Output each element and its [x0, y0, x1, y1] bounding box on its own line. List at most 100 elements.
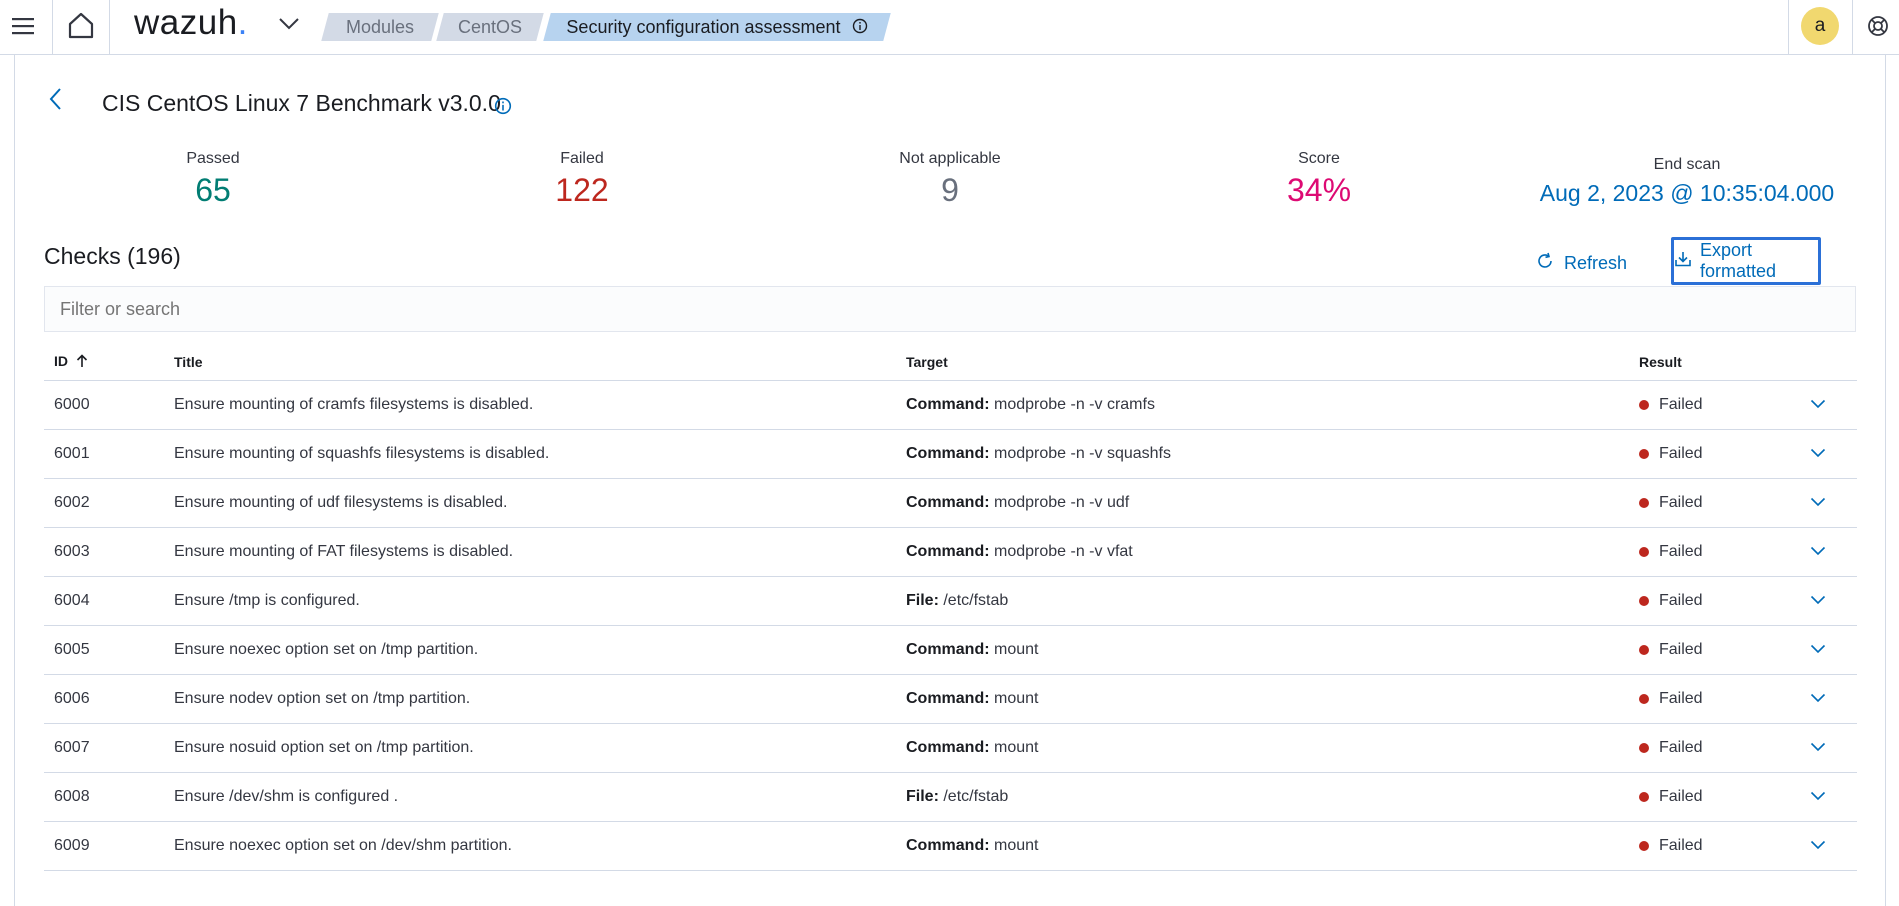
cell-target: File: /etc/fstab [896, 576, 1629, 626]
column-header-result[interactable]: Result [1629, 344, 1779, 381]
wazuh-logo[interactable]: wazuh. [134, 3, 248, 43]
cell-title: Ensure noexec option set on /dev/shm par… [164, 821, 896, 871]
refresh-label: Refresh [1564, 253, 1628, 273]
stat-value: 122 [555, 172, 609, 208]
status-dot-icon [1639, 840, 1649, 851]
search-input[interactable] [44, 286, 1856, 332]
cell-id: 6001 [44, 429, 164, 479]
breadcrumb-label: Security configuration assessment [566, 17, 841, 37]
info-icon[interactable] [852, 14, 868, 42]
cell-title: Ensure noexec option set on /tmp partiti… [164, 625, 896, 675]
cell-result: Failed [1629, 723, 1779, 773]
policy-title: CIS CentOS Linux 7 Benchmark v3.0.0 [102, 90, 501, 116]
cell-title: Ensure /tmp is configured. [164, 576, 896, 626]
back-arrow-icon[interactable] [48, 86, 64, 117]
cell-title: Ensure nosuid option set on /tmp partiti… [164, 723, 896, 773]
pagination-area [14, 892, 1884, 906]
column-header-id[interactable]: ID [44, 344, 164, 381]
column-label: Result [1639, 354, 1682, 370]
result-label: Failed [1659, 494, 1703, 511]
result-label: Failed [1659, 739, 1703, 756]
expand-row-button[interactable] [1779, 527, 1857, 577]
expand-row-button[interactable] [1779, 674, 1857, 724]
result-label: Failed [1659, 592, 1703, 609]
expand-row-button[interactable] [1779, 625, 1857, 675]
chevron-down-icon [1810, 641, 1826, 658]
table-row[interactable]: 6007 Ensure nosuid option set on /tmp par… [44, 723, 1857, 773]
table-row[interactable]: 6006 Ensure nodev option set on /tmp part… [44, 674, 1857, 724]
target-type: Command: [906, 396, 990, 413]
table-row[interactable]: 6001 Ensure mounting of squashfs filesyst… [44, 429, 1857, 479]
breadcrumb-modules[interactable]: Modules [321, 13, 439, 41]
cell-result: Failed [1629, 625, 1779, 675]
result-label: Failed [1659, 641, 1703, 658]
stat-label: Score [1298, 150, 1340, 167]
logo-dot: . [237, 3, 248, 42]
expand-row-button[interactable] [1779, 478, 1857, 528]
expand-row-button[interactable] [1779, 380, 1857, 430]
table-row[interactable]: 6008 Ensure /dev/shm is configured . File:… [44, 772, 1857, 822]
cell-title: Ensure mounting of FAT filesystems is di… [164, 527, 896, 577]
table-row[interactable]: 6002 Ensure mounting of udf filesystems i… [44, 478, 1857, 528]
target-value: mount [994, 690, 1039, 707]
stat-failed: Failed 122 [532, 150, 632, 209]
cell-id: 6003 [44, 527, 164, 577]
expand-row-button[interactable] [1779, 821, 1857, 871]
status-dot-icon [1639, 399, 1649, 410]
cell-target: Command: modprobe -n -v vfat [896, 527, 1629, 577]
column-header-title[interactable]: Title [164, 344, 896, 381]
home-icon[interactable] [67, 11, 95, 44]
status-dot-icon [1639, 791, 1649, 802]
hamburger-menu-icon[interactable] [12, 16, 34, 41]
chevron-down-icon [1810, 788, 1826, 805]
expand-row-button[interactable] [1779, 723, 1857, 773]
column-header-target[interactable]: Target [896, 344, 1629, 381]
stat-label: End scan [1653, 156, 1721, 173]
table-row[interactable]: 6005 Ensure noexec option set on /tmp par… [44, 625, 1857, 675]
stat-value: 34% [1286, 172, 1352, 208]
cell-target: Command: modprobe -n -v udf [896, 478, 1629, 528]
table-row[interactable]: 6003 Ensure mounting of FAT filesystems i… [44, 527, 1857, 577]
breadcrumb-label: Modules [345, 17, 415, 37]
chevron-down-icon [1810, 543, 1826, 560]
expand-row-button[interactable] [1779, 576, 1857, 626]
divider [1852, 0, 1853, 54]
result-label: Failed [1659, 837, 1703, 854]
chevron-down-icon [1810, 396, 1826, 413]
user-avatar[interactable]: a [1801, 7, 1839, 45]
target-type: Command: [906, 690, 990, 707]
target-value: mount [994, 739, 1039, 756]
table-row[interactable]: 6004 Ensure /tmp is configured. File: /etc… [44, 576, 1857, 626]
cell-target: File: /etc/fstab [896, 772, 1629, 822]
table-row[interactable]: 6000 Ensure mounting of cramfs filesystem… [44, 380, 1857, 430]
top-navigation-bar: wazuh. Modules CentOS Security configura… [0, 0, 1899, 55]
result-label: Failed [1659, 445, 1703, 462]
chevron-down-icon [1810, 592, 1826, 609]
stat-value: 9 [941, 172, 959, 208]
target-value: modprobe -n -v udf [994, 494, 1130, 511]
refresh-button[interactable]: Refresh [1536, 252, 1627, 275]
table-row[interactable]: 6009 Ensure noexec option set on /dev/shm… [44, 821, 1857, 871]
policy-info-icon[interactable] [494, 97, 512, 120]
result-label: Failed [1659, 396, 1703, 413]
cell-target: Command: modprobe -n -v squashfs [896, 429, 1629, 479]
status-dot-icon [1639, 595, 1649, 606]
target-value: mount [994, 837, 1039, 854]
export-formatted-button[interactable]: Export formatted [1671, 237, 1821, 285]
chevron-down-icon [1810, 690, 1826, 707]
cell-title: Ensure mounting of cramfs filesystems is… [164, 380, 896, 430]
status-dot-icon [1639, 742, 1649, 753]
chevron-down-icon[interactable] [278, 17, 300, 36]
cell-id: 6000 [44, 380, 164, 430]
cell-title: Ensure /dev/shm is configured . [164, 772, 896, 822]
cell-result: Failed [1629, 821, 1779, 871]
cell-result: Failed [1629, 478, 1779, 528]
target-value: modprobe -n -v squashfs [994, 445, 1171, 462]
target-value: modprobe -n -v cramfs [994, 396, 1155, 413]
expand-row-button[interactable] [1779, 772, 1857, 822]
breadcrumb-centos[interactable]: CentOS [436, 13, 544, 41]
help-icon[interactable] [1867, 15, 1889, 42]
expand-row-button[interactable] [1779, 429, 1857, 479]
cell-target: Command: mount [896, 625, 1629, 675]
breadcrumb-sca: Security configuration assessment [543, 13, 891, 42]
